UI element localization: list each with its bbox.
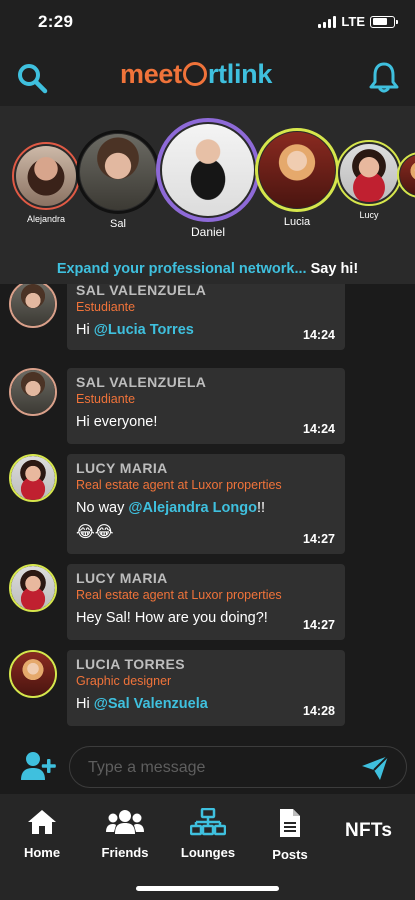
story-lucia[interactable]: Lucia (255, 128, 339, 228)
message-bubble: SAL VALENZUELA Estudiante Hi @Lucia Torr… (67, 284, 345, 350)
tagline-primary: Expand your professional network... (56, 261, 307, 277)
nav-lounges[interactable]: Lounges (179, 807, 237, 860)
avatar (80, 134, 156, 210)
message-text: Hi everyone! (76, 414, 158, 430)
battery-icon (370, 15, 398, 28)
sender-name[interactable]: LUCY MARIA (76, 460, 336, 476)
avatar[interactable] (9, 650, 57, 698)
message-text: Hey Sal! How are you doing?! (76, 610, 268, 626)
story-label: Daniel (190, 225, 226, 239)
message-time: 14:24 (303, 422, 335, 436)
sender-role: Estudiante (76, 300, 136, 314)
bell-icon[interactable] (367, 60, 401, 94)
story-ring (12, 142, 80, 210)
message-bubble: LUCIA TORRES Graphic designer Hi @Sal Va… (67, 650, 345, 726)
sender-role: Real estate agent at Luxor properties (76, 478, 282, 492)
bottom-nav: Home Friends Lounges Posts NFTs (0, 794, 415, 900)
sender-role: Estudiante (76, 392, 136, 406)
status-bar: 2:29 LTE (0, 0, 415, 44)
app-header: meet rtlink (0, 44, 415, 106)
home-indicator[interactable] (136, 886, 279, 891)
story-label: Lucia (283, 216, 311, 228)
nav-label: Friends (101, 845, 149, 860)
avatar (400, 155, 415, 195)
sender-role: Real estate agent at Luxor properties (76, 588, 282, 602)
avatar (162, 124, 254, 216)
message-composer (0, 742, 415, 794)
signal-icon (318, 15, 337, 28)
avatar[interactable] (9, 454, 57, 502)
network-icon (189, 807, 227, 836)
logo-text-meet: meet (120, 59, 182, 89)
message-bubble: LUCY MARIA Real estate agent at Luxor pr… (67, 564, 345, 640)
search-icon[interactable] (16, 62, 48, 94)
nav-posts[interactable]: Posts (270, 808, 310, 862)
mention-link[interactable]: @Sal Valenzuela (94, 696, 208, 712)
nav-home[interactable]: Home (22, 808, 62, 860)
sender-role: Graphic designer (76, 674, 172, 688)
carrier-label: LTE (341, 14, 365, 29)
document-icon (280, 809, 300, 837)
message-bubble: SAL VALENZUELA Estudiante Hi everyone! 1… (67, 368, 345, 444)
message-input-wrapper (69, 746, 407, 788)
logo-globe-icon (182, 62, 207, 86)
mention-link[interactable]: @Lucia Torres (94, 322, 194, 338)
home-icon (28, 810, 56, 834)
avatar[interactable] (9, 368, 57, 416)
nav-label: Posts (272, 847, 308, 862)
message-input[interactable] (88, 755, 348, 781)
message-time: 14:28 (303, 704, 335, 718)
nav-label: Lounges (180, 845, 236, 860)
sender-name[interactable]: SAL VALENZUELA (76, 374, 336, 390)
chat-messages[interactable]: SAL VALENZUELA Estudiante Hi @Lucia Torr… (0, 284, 415, 742)
mention-link[interactable]: @Alejandra Longo (128, 500, 257, 516)
send-icon[interactable] (360, 754, 390, 782)
tagline-cta: Say hi! (310, 261, 359, 277)
avatar[interactable] (9, 284, 57, 328)
avatar (340, 144, 398, 202)
message-text: Hi @Lucia Torres (76, 322, 194, 338)
sender-name[interactable]: SAL VALENZUELA (76, 284, 336, 298)
story-label: Lucy (359, 210, 379, 220)
avatar (16, 146, 76, 206)
stories-bar: Alejandra Sal Daniel Lucia Lucy (0, 106, 415, 254)
story-partial[interactable] (397, 152, 415, 198)
friends-icon (106, 810, 144, 834)
message-bubble: LUCY MARIA Real estate agent at Luxor pr… (67, 454, 345, 554)
story-ring (76, 130, 160, 214)
emoji-reaction: 😂😂 (76, 524, 114, 541)
message-time: 14:27 (303, 618, 335, 632)
app-logo: meet rtlink (120, 59, 298, 93)
nav-label: Home (23, 845, 61, 860)
nav-nfts[interactable]: NFTs (345, 820, 392, 842)
story-lucy[interactable]: Lucy (336, 140, 402, 220)
sender-name[interactable]: LUCY MARIA (76, 570, 336, 586)
sender-name[interactable]: LUCIA TORRES (76, 656, 336, 672)
story-label: Sal (110, 218, 126, 230)
message-text: Hi @Sal Valenzuela (76, 696, 208, 712)
logo-text-artlink: rtlink (207, 59, 273, 89)
avatar (259, 132, 335, 208)
story-daniel[interactable]: Daniel (156, 118, 260, 239)
message-text: No way @Alejandra Longo!! (76, 500, 265, 516)
status-indicators: LTE (318, 14, 398, 29)
story-label: Alejandra (26, 214, 66, 224)
story-ring (156, 118, 260, 222)
tagline: Expand your professional network... Say … (0, 254, 415, 284)
story-ring (255, 128, 339, 212)
avatar[interactable] (9, 564, 57, 612)
story-ring (397, 152, 415, 198)
nav-friends[interactable]: Friends (100, 808, 150, 860)
status-time: 2:29 (38, 12, 74, 31)
story-ring (336, 140, 402, 206)
message-time: 14:27 (303, 532, 335, 546)
story-sal[interactable]: Sal (76, 130, 160, 230)
message-time: 14:24 (303, 328, 335, 342)
add-user-icon[interactable] (20, 750, 56, 782)
story-alejandra[interactable]: Alejandra (12, 142, 80, 224)
